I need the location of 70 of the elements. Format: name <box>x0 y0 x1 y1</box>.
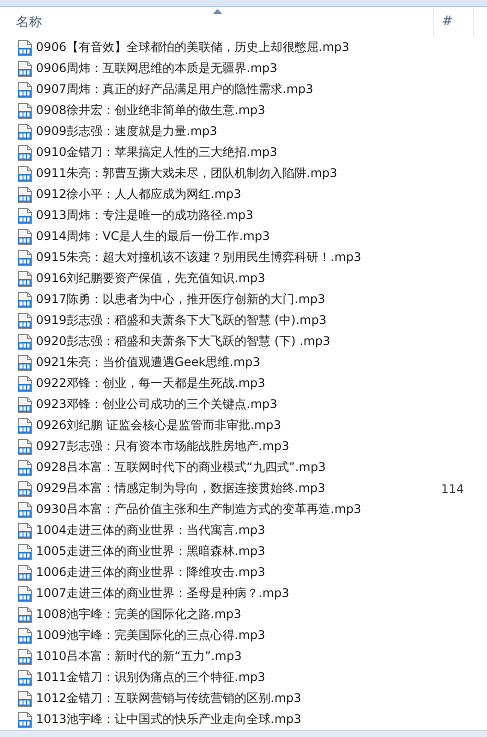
audio-file-icon <box>17 376 33 392</box>
audio-file-icon <box>17 166 33 182</box>
audio-file-icon <box>17 438 33 454</box>
audio-file-icon <box>17 480 33 496</box>
file-name[interactable]: 0926刘纪鹏 证监会核心是监管而非审批.mp3 <box>36 417 282 434</box>
audio-file-icon <box>17 40 33 56</box>
audio-file-icon <box>17 670 33 686</box>
file-name[interactable]: 1013池宇峰：让中国式的快乐产业走向全球.mp3 <box>36 711 302 728</box>
audio-file-icon <box>17 82 33 98</box>
file-name[interactable]: 0922邓锋：创业，每一天都是生死战.mp3 <box>36 375 266 392</box>
file-name[interactable]: 0915朱亮：超大对撞机该不该建？别用民生博弈科研！.mp3 <box>36 249 362 266</box>
file-name[interactable]: 0927彭志强：只有资本市场能战胜房地产.mp3 <box>36 438 290 455</box>
audio-file-icon <box>17 270 33 286</box>
file-name[interactable]: 1010吕本富：新时代的新“五力”.mp3 <box>36 648 242 665</box>
audio-file-icon <box>17 502 33 518</box>
audio-file-icon <box>17 208 33 224</box>
column-header[interactable]: 名称 <box>0 7 433 36</box>
file-name[interactable]: 0912徐小平：人人都应成为网红.mp3 <box>36 186 242 203</box>
audio-file-icon <box>17 144 33 160</box>
audio-file-icon <box>17 460 33 476</box>
audio-file-icon <box>17 648 33 664</box>
column-header[interactable]: # <box>433 7 473 36</box>
file-name[interactable]: 0906【有音效】全球都怕的美联储，历史上却很憋屈.mp3 <box>36 39 350 56</box>
file-name[interactable]: 0916刘纪鹏要资产保值，先充值知识.mp3 <box>36 270 266 287</box>
file-name[interactable]: 1012金错刀：互联网营销与传统营销的区别.mp3 <box>36 690 302 707</box>
audio-file-icon <box>17 564 33 580</box>
audio-file-icon <box>17 334 33 350</box>
file-name[interactable]: 0920彭志强：稻盛和夫萧条下大飞跃的智慧 (下) .mp3 <box>36 333 330 350</box>
track-number: 114 <box>441 482 464 496</box>
file-name[interactable]: 0906周炜：互联网思维的本质是无疆界.mp3 <box>36 60 278 77</box>
file-name[interactable]: 0907周炜：真正的好产品满足用户的隐性需求.mp3 <box>36 81 314 98</box>
file-name[interactable]: 0913周炜：专注是唯一的成功路径.mp3 <box>36 207 254 224</box>
audio-file-icon <box>17 186 33 202</box>
file-name[interactable]: 0910金错刀：苹果搞定人性的三大绝招.mp3 <box>36 144 278 161</box>
file-name[interactable]: 0909彭志强：速度就是力量.mp3 <box>36 123 218 140</box>
audio-file-icon <box>17 250 33 266</box>
file-name[interactable]: 0917陈勇：以患者为中心，推开医疗创新的大门.mp3 <box>36 291 326 308</box>
file-name[interactable]: 0921朱亮：当价值观遭遇Geek思维.mp3 <box>36 354 260 371</box>
file-name[interactable]: 0923邓锋：创业公司成功的三个关键点.mp3 <box>36 396 278 413</box>
file-name[interactable]: 0919彭志强：稻盛和夫萧条下大飞跃的智慧 (中).mp3 <box>36 312 326 329</box>
file-name[interactable]: 0928吕本富：互联网时代下的商业模式“九四式”.mp3 <box>36 459 326 476</box>
file-name[interactable]: 1009池宇峰：完美国际化的三点心得.mp3 <box>36 627 266 644</box>
file-name[interactable]: 0929吕本富：情感定制为导向，数据连接贯始终.mp3 <box>36 480 326 497</box>
audio-file-icon <box>17 606 33 622</box>
audio-file-icon <box>17 354 33 370</box>
file-name[interactable]: 0930吕本富：产品价值主张和生产制造方式的变革再造.mp3 <box>36 501 362 518</box>
audio-file-icon <box>17 312 33 328</box>
file-name[interactable]: 1006走进三体的商业世界：降维攻击.mp3 <box>36 564 266 581</box>
file-name[interactable]: 0911朱亮：郭曹互撕大戏未尽，团队机制勿入陷阱.mp3 <box>36 165 338 182</box>
audio-file-icon <box>17 60 33 76</box>
audio-file-icon <box>17 628 33 644</box>
audio-file-icon <box>17 712 33 728</box>
file-name[interactable]: 0914周炜：VC是人生的最后一份工作.mp3 <box>36 228 270 245</box>
file-name[interactable]: 0908徐井宏：创业绝非简单的做生意.mp3 <box>36 102 266 119</box>
sort-arrow-icon <box>212 9 222 14</box>
file-name[interactable]: 1007走进三体的商业世界：圣母是种病？.mp3 <box>36 585 290 602</box>
audio-file-icon <box>17 228 33 244</box>
audio-file-icon <box>17 292 33 308</box>
file-name[interactable]: 1004走进三体的商业世界：当代寓言.mp3 <box>36 522 266 539</box>
file-name[interactable]: 1008池宇峰：完美的国际化之路.mp3 <box>36 606 242 623</box>
audio-file-icon <box>17 102 33 118</box>
audio-file-icon <box>17 396 33 412</box>
audio-file-icon <box>17 418 33 434</box>
audio-file-icon <box>17 522 33 538</box>
file-name[interactable]: 1011金错刀：识别伪痛点的三个特征.mp3 <box>36 669 266 686</box>
file-name[interactable]: 1005走进三体的商业世界：黑暗森林.mp3 <box>36 543 266 560</box>
audio-file-icon <box>17 124 33 140</box>
audio-file-icon <box>17 690 33 706</box>
audio-file-icon <box>17 544 33 560</box>
audio-file-icon <box>17 586 33 602</box>
